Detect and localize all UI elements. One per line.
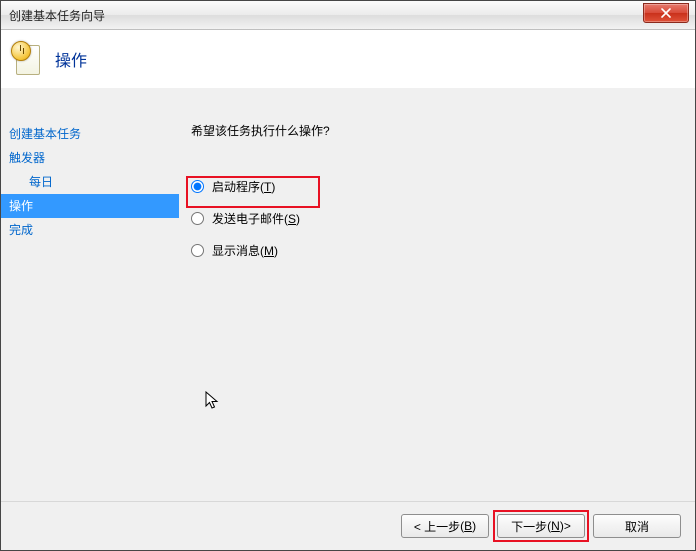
option-display-message[interactable]: 显示消息(M) [191, 239, 685, 261]
radio-send-email[interactable] [191, 212, 204, 225]
close-button[interactable] [643, 3, 689, 23]
step-create-basic-task[interactable]: 创建基本任务 [1, 122, 179, 146]
wizard-footer: < 上一步(B) 下一步(N) > 取消 [1, 501, 695, 550]
radio-start-program[interactable] [191, 180, 204, 193]
page-title: 操作 [55, 47, 87, 71]
step-finish[interactable]: 完成 [1, 218, 179, 242]
step-action[interactable]: 操作 [1, 194, 179, 218]
option-label: 启动程序(T) [212, 178, 275, 195]
wizard-content: 希望该任务执行什么操作? 启动程序(T) 发送电子邮件(S) 显示消息(M) [179, 88, 685, 502]
window-title: 创建基本任务向导 [9, 7, 105, 24]
option-label: 显示消息(M) [212, 242, 278, 259]
prompt-text: 希望该任务执行什么操作? [191, 122, 685, 139]
option-send-email[interactable]: 发送电子邮件(S) [191, 207, 685, 229]
wizard-steps-sidebar: 创建基本任务 触发器 每日 操作 完成 [1, 88, 179, 502]
step-trigger-daily[interactable]: 每日 [1, 170, 179, 194]
radio-display-message[interactable] [191, 244, 204, 257]
close-icon [661, 8, 671, 18]
wizard-body: 创建基本任务 触发器 每日 操作 完成 希望该任务执行什么操作? 启动程序(T)… [1, 88, 695, 502]
option-start-program[interactable]: 启动程序(T) [191, 175, 685, 197]
task-scheduler-icon [13, 43, 45, 75]
option-label: 发送电子邮件(S) [212, 210, 300, 227]
step-trigger[interactable]: 触发器 [1, 146, 179, 170]
wizard-window: 创建基本任务向导 操作 创建基本任务 触发器 每日 操作 完成 希望该任务执行什… [0, 0, 696, 551]
cancel-button[interactable]: 取消 [593, 514, 681, 538]
wizard-header: 操作 [1, 30, 695, 89]
titlebar: 创建基本任务向导 [1, 1, 695, 30]
next-button[interactable]: 下一步(N) > [497, 514, 585, 538]
back-button[interactable]: < 上一步(B) [401, 514, 489, 538]
